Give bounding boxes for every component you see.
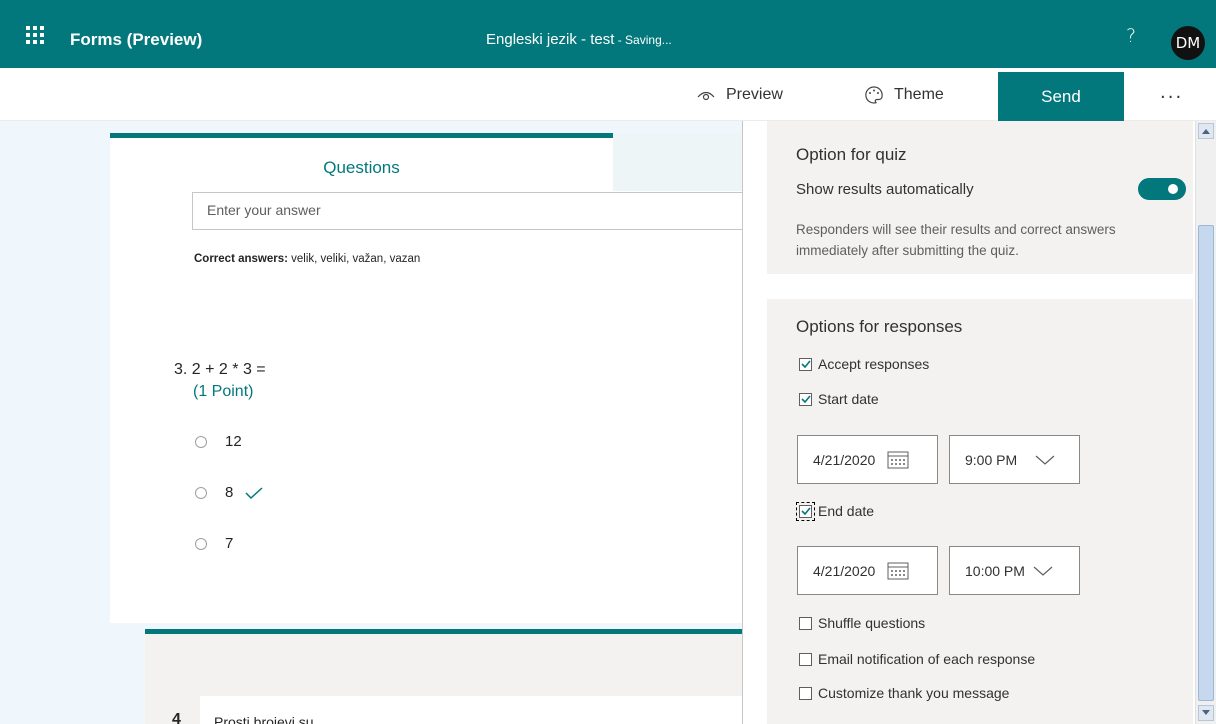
help-button[interactable]: ? bbox=[1126, 25, 1136, 47]
checkbox-checked-icon bbox=[796, 501, 815, 521]
checkbox-unchecked-icon bbox=[799, 652, 812, 666]
end-time-select[interactable]: 10:00 PM bbox=[949, 546, 1080, 595]
shuffle-questions-checkbox[interactable]: Shuffle questions bbox=[799, 615, 925, 631]
palette-icon bbox=[864, 85, 884, 105]
correct-answers: Correct answers: velik, veliki, važan, v… bbox=[194, 253, 420, 265]
question-3-number: 3. bbox=[174, 361, 188, 378]
show-results-label: Show results automatically bbox=[796, 181, 974, 198]
quiz-options-section: Option for quiz Show results automatical… bbox=[767, 121, 1193, 274]
option-7[interactable]: 7 bbox=[195, 535, 233, 552]
customize-thanks-checkbox[interactable]: Customize thank you message bbox=[799, 685, 1009, 701]
calendar-icon bbox=[887, 562, 909, 580]
customize-thanks-label: Customize thank you message bbox=[818, 685, 1010, 701]
question-3-points: (1 Point) bbox=[193, 383, 254, 400]
accept-responses-label: Accept responses bbox=[818, 356, 930, 372]
start-time-select[interactable]: 9:00 PM bbox=[949, 435, 1080, 484]
option-label: 7 bbox=[225, 535, 234, 552]
end-date-picker[interactable]: 4/21/2020 bbox=[797, 546, 938, 595]
start-time-value: 9:00 PM bbox=[965, 451, 1018, 468]
option-8[interactable]: 8 bbox=[195, 484, 263, 501]
show-results-description: Responders will see their results and co… bbox=[796, 222, 1116, 258]
end-date-value: 4/21/2020 bbox=[813, 562, 876, 579]
radio-icon bbox=[195, 486, 207, 499]
end-date-checkbox[interactable]: End date bbox=[796, 501, 875, 521]
question-4-number: 4 bbox=[172, 711, 181, 724]
app-header: Forms (Preview) Engleski jezik - test - … bbox=[0, 0, 1216, 68]
quiz-options-title: Option for quiz bbox=[796, 145, 907, 164]
preview-label: Preview bbox=[726, 85, 783, 103]
start-date-checkbox[interactable]: Start date bbox=[799, 391, 879, 407]
theme-label: Theme bbox=[894, 85, 944, 103]
question-3-title[interactable]: 3. 2 + 2 * 3 = bbox=[174, 361, 266, 379]
send-button[interactable]: Send bbox=[998, 72, 1124, 121]
response-options-title: Options for responses bbox=[796, 317, 963, 336]
start-date-value: 4/21/2020 bbox=[813, 451, 876, 468]
saving-status: - Saving... bbox=[614, 33, 672, 47]
end-date-label: End date bbox=[818, 503, 875, 519]
answer-input[interactable]: Enter your answer bbox=[192, 192, 742, 230]
question-4-text: Prosti brojevi su bbox=[214, 714, 314, 724]
email-notification-checkbox[interactable]: Email notification of each response bbox=[799, 651, 1035, 667]
chevron-down-icon bbox=[1035, 455, 1055, 465]
scroll-down-arrow-icon[interactable] bbox=[1198, 705, 1214, 721]
tab-responses-area[interactable] bbox=[613, 133, 742, 191]
toolbar: Preview Theme Send ... bbox=[0, 68, 1216, 121]
settings-panel: Option for quiz Show results automatical… bbox=[742, 121, 1216, 724]
checkbox-unchecked-icon bbox=[799, 686, 812, 700]
end-time-value: 10:00 PM bbox=[965, 562, 1025, 579]
more-options-button[interactable]: ... bbox=[1160, 82, 1183, 103]
preview-button[interactable]: Preview bbox=[696, 68, 783, 121]
document-title-text[interactable]: Engleski jezik - test bbox=[486, 31, 614, 48]
toggle-knob bbox=[1168, 184, 1178, 194]
start-date-picker[interactable]: 4/21/2020 bbox=[797, 435, 938, 484]
chevron-down-icon bbox=[1033, 566, 1053, 576]
response-options-section: Options for responses Accept responses S… bbox=[767, 299, 1193, 724]
correct-answers-values: velik, veliki, važan, vazan bbox=[287, 253, 421, 265]
form-editor: Questions Enter your answer Correct answ… bbox=[0, 121, 742, 724]
option-label: 8 bbox=[225, 484, 234, 501]
scrollbar-thumb[interactable] bbox=[1198, 225, 1214, 701]
document-title: Engleski jezik - test - Saving... bbox=[486, 31, 672, 48]
option-12[interactable]: 12 bbox=[195, 433, 242, 450]
show-results-toggle[interactable] bbox=[1138, 178, 1186, 200]
calendar-icon bbox=[887, 451, 909, 469]
start-date-label: Start date bbox=[818, 391, 879, 407]
scroll-up-arrow-icon[interactable] bbox=[1198, 123, 1214, 139]
correct-check-icon bbox=[245, 486, 263, 499]
user-avatar[interactable]: DM bbox=[1171, 26, 1205, 60]
shuffle-questions-label: Shuffle questions bbox=[818, 615, 926, 631]
radio-icon bbox=[195, 537, 207, 550]
correct-answers-label: Correct answers: bbox=[194, 253, 288, 265]
tab-questions[interactable]: Questions bbox=[110, 133, 613, 191]
question-3-text: 2 + 2 * 3 = bbox=[191, 361, 266, 378]
accept-responses-checkbox[interactable]: Accept responses bbox=[799, 356, 929, 372]
checkbox-checked-icon bbox=[799, 392, 812, 406]
eye-icon bbox=[696, 88, 716, 102]
checkbox-checked-icon bbox=[799, 357, 812, 371]
panel-scrollbar[interactable] bbox=[1195, 121, 1216, 724]
tab-questions-label: Questions bbox=[323, 158, 400, 177]
email-notification-label: Email notification of each response bbox=[818, 651, 1036, 667]
app-name[interactable]: Forms (Preview) bbox=[70, 30, 202, 50]
option-label: 12 bbox=[225, 433, 242, 450]
theme-button[interactable]: Theme bbox=[864, 68, 944, 121]
app-launcher-icon[interactable] bbox=[26, 26, 44, 44]
radio-icon bbox=[195, 435, 207, 448]
checkbox-unchecked-icon bbox=[799, 616, 812, 630]
